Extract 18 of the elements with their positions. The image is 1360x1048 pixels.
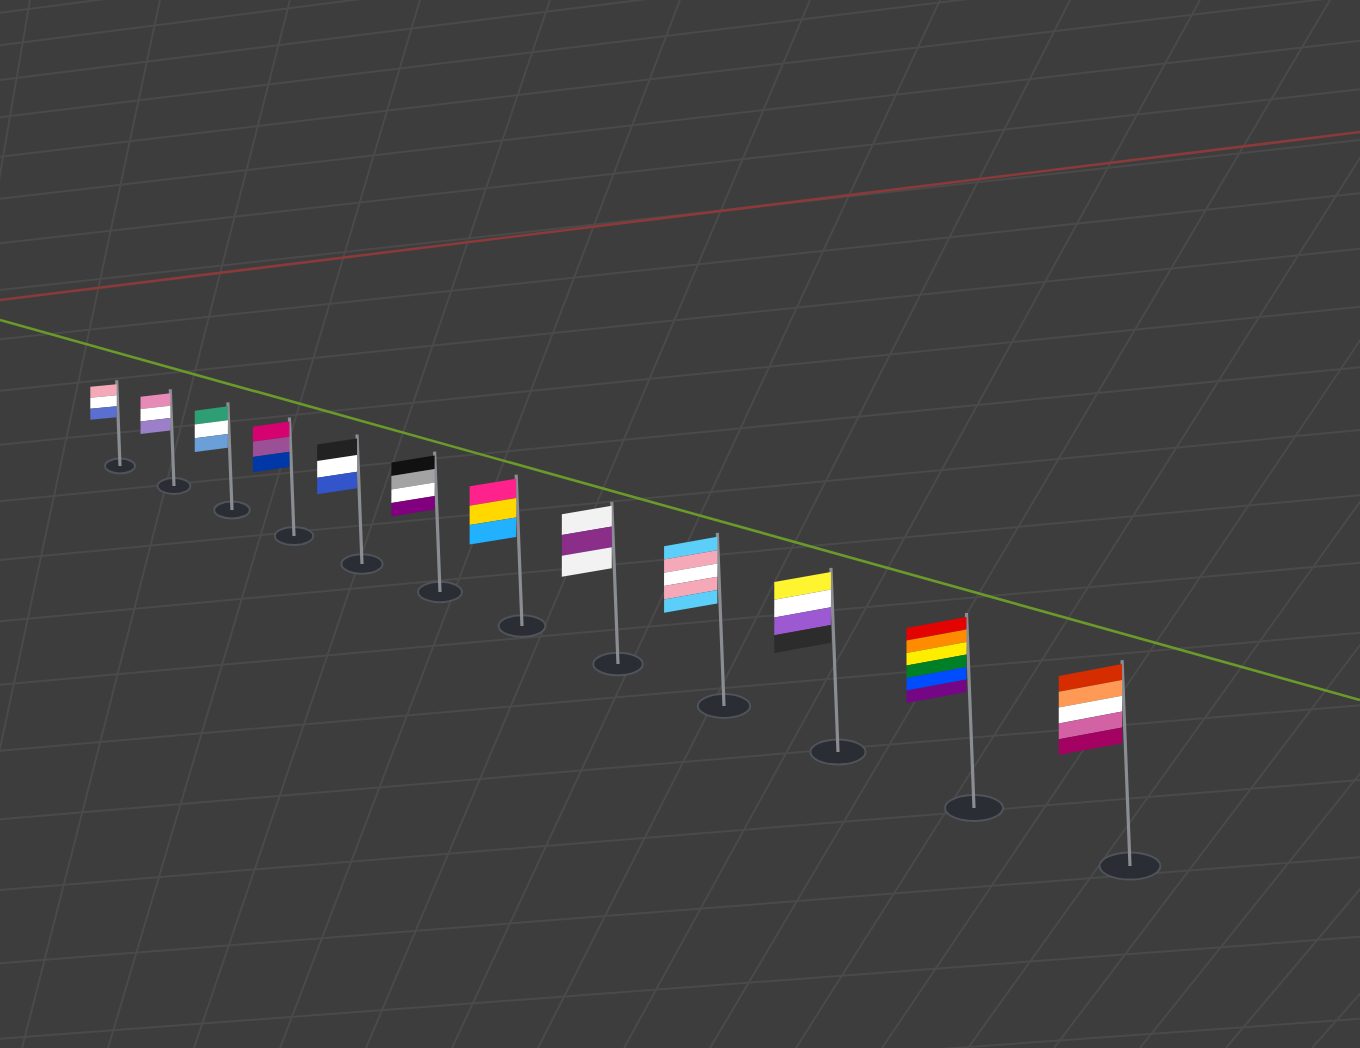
stand-base <box>497 614 547 638</box>
stand-base <box>104 457 136 475</box>
stand-base <box>417 580 463 604</box>
stand-base <box>273 525 315 547</box>
flag-pole <box>226 402 234 511</box>
flag-pole <box>355 434 364 565</box>
flag-pole <box>115 380 122 467</box>
flag-pole <box>287 417 296 537</box>
flag-pole <box>168 389 176 487</box>
stand-base <box>213 500 251 520</box>
stand-base <box>809 738 867 766</box>
stand-base <box>696 693 752 719</box>
stand-base <box>340 553 384 575</box>
stand-base <box>944 794 1004 822</box>
stand-base <box>1098 851 1162 881</box>
stand-base <box>156 477 192 495</box>
flag-pole <box>433 451 442 593</box>
stand-base <box>592 651 644 677</box>
